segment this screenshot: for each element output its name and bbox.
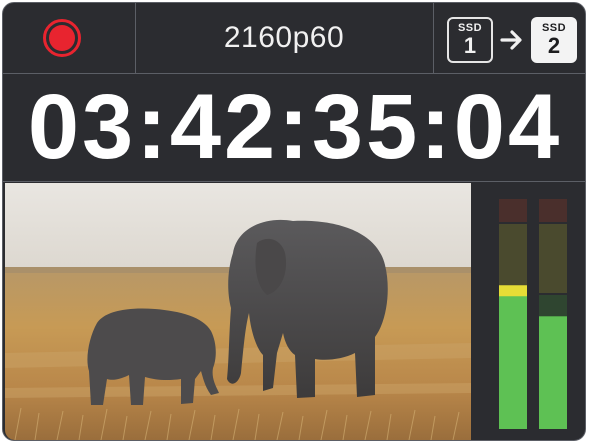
audio-meters[interactable] [473,183,585,440]
meter-yellow-zone [499,224,527,293]
record-cell[interactable] [3,3,136,73]
meter-level-bar [539,316,567,429]
meter-red-zone [499,199,527,222]
ssd-target-number: 2 [547,33,561,58]
timecode-row[interactable]: 03:42:35:04 [3,74,585,182]
record-dot [49,25,75,51]
video-format-label: 2160p60 [223,21,345,54]
video-preview[interactable] [5,183,471,440]
ssd-source-icon: SSD 1 [447,17,493,63]
audio-meter-channel-2 [539,199,567,429]
meter-yellow-zone [539,224,567,293]
video-format-cell[interactable]: 2160p60 [135,3,434,73]
audio-meter-graphic [499,199,567,429]
meter-red-zone [539,199,567,222]
meter-peak-indicator [499,285,527,297]
storage-cell[interactable]: SSD 1 SSD 2 [434,3,585,73]
preview-image [5,183,471,440]
meter-level-bar [499,295,527,429]
record-icon[interactable] [43,19,81,57]
arrow-right-icon [500,30,522,50]
audio-meter-channel-1 [499,199,527,429]
status-bar: 2160p60 SSD 1 SSD 2 [3,3,585,74]
ssd-source-number: 1 [463,33,477,58]
ssd-target-icon: SSD 2 [531,17,577,63]
monitor-display: 2160p60 SSD 1 SSD 2 03:42:35:04 [2,2,586,441]
timecode-display: 03:42:35:04 [27,76,563,178]
